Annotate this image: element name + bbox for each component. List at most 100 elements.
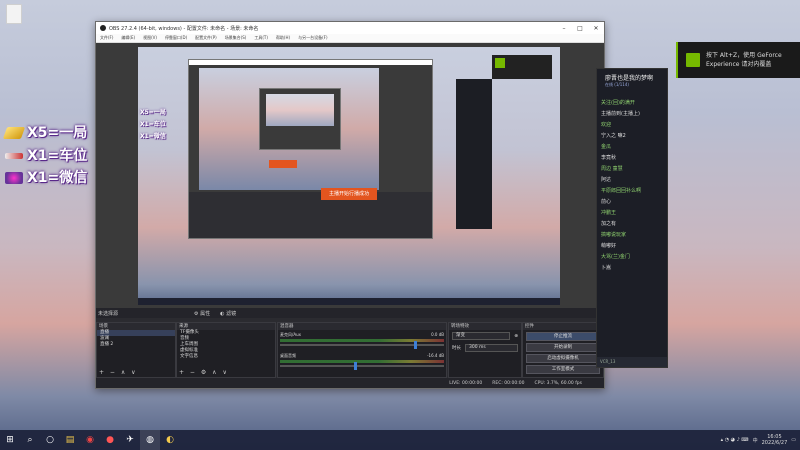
menu-tools[interactable]: 工具(T) <box>254 35 268 41</box>
duration-input[interactable]: 300 ms <box>465 344 518 352</box>
desktop-volume-slider[interactable] <box>280 362 444 370</box>
close-button[interactable]: ✕ <box>588 25 604 32</box>
mini-taskbar <box>138 298 560 305</box>
controls-panel: 控件 停止推流 开始录制 启动虚拟摄像机 工作室模式 <box>522 322 604 378</box>
nested-chat-panel <box>456 79 492 229</box>
chat-line: 主播前到(主播上) <box>601 111 640 117</box>
taskbar: ⊞ ⌕ ○ ▤ ◉ ● ✈ ◍ ◐ ▴ ◔ ◕ ♪ ⌨ 中 16:05 2022… <box>0 430 800 450</box>
duration-label: 时长 <box>452 346 461 351</box>
mixer-header: 混音器 <box>278 323 446 330</box>
clock-date: 2022/6/27 <box>761 440 788 446</box>
nvidia-line-1: 按下 Alt+Z，使用 GeForce <box>706 52 782 59</box>
nested-orange-note <box>269 160 297 168</box>
chat-line: 阿达 <box>601 177 612 183</box>
scene-tools[interactable]: + − ∧ ∨ <box>99 369 138 376</box>
tray-icons[interactable]: ▴ ◔ ◕ ♪ ⌨ <box>721 437 749 443</box>
obs-window[interactable]: OBS 27.2.4 (64-bit, windows) - 配置文件: 未命名… <box>95 21 606 389</box>
transition-add-icon[interactable]: ⊕ <box>514 334 518 339</box>
virtual-camera-button[interactable]: 启动虚拟摄像机 <box>526 354 600 363</box>
menu-bar: 文件(F) 编辑(E) 视图(V) 停靠窗口(D) 配置文件(P) 场景集合(S… <box>96 34 604 43</box>
chat-line: 周边 童慧 <box>601 166 623 172</box>
obs-titlebar[interactable]: OBS 27.2.4 (64-bit, windows) - 配置文件: 未命名… <box>96 22 604 34</box>
mini-overlay-2: X1=车位 <box>140 121 166 128</box>
nvidia-notification[interactable]: 按下 Alt+Z，使用 GeForce Experience 请对内覆盖 <box>676 42 800 78</box>
minimize-button[interactable]: – <box>556 25 572 32</box>
chat-count: (1/114) <box>614 82 629 87</box>
chat-line: 搞嘟说玩家 <box>601 232 627 238</box>
misc-app-icon[interactable]: ◐ <box>160 430 180 450</box>
desktop-file-icon[interactable] <box>6 4 22 24</box>
preview-area[interactable]: 主播开始行播成功 X5=一局 X1=车位 X1=微信 <box>96 43 604 308</box>
chat-line: 关注(回)的满开 <box>601 100 635 106</box>
chat-line: 李竟秋 <box>601 155 617 161</box>
mech-icon <box>5 172 23 184</box>
gold-bar-icon <box>2 127 26 139</box>
preview-canvas[interactable]: 主播开始行播成功 X5=一局 X1=车位 X1=微信 <box>138 47 560 305</box>
mixer-panel: 混音器 麦克风/Aux 0.0 dB 桌面音频 -16.4 dB <box>277 322 447 378</box>
status-bar: LIVE: 00:00:00 REC: 00:00:00 CPU: 3.7%, … <box>96 378 604 388</box>
chat-line: 前心 <box>601 199 612 205</box>
source-item[interactable]: 文字信息 <box>177 354 275 360</box>
mic-volume-slider[interactable] <box>280 341 444 349</box>
obs-taskbar-icon[interactable]: ◍ <box>140 430 160 450</box>
mixer-track-mic: 麦克风/Aux 0.0 dB <box>280 332 444 350</box>
sources-panel: 来源 TF摄像头 音频 上车周围 虚拟标准 文字信息 + − ⚙ ∧ ∨ <box>176 322 276 378</box>
app-icon[interactable]: ● <box>100 430 120 450</box>
controls-header: 控件 <box>523 323 603 330</box>
chat-line: 萌嘟好 <box>601 243 617 249</box>
chat-line: 大骂(兰)金门 <box>601 254 630 260</box>
preview-orange-note: 主播开始行播成功 <box>321 188 377 200</box>
stop-streaming-button[interactable]: 停止推流 <box>526 332 600 341</box>
system-tray: ▴ ◔ ◕ ♪ ⌨ 中 16:05 2022/6/27 ▭ <box>721 430 796 450</box>
jet-icon <box>5 153 23 159</box>
source-toolbar: 未选择源 ⚙ 属性 ◐ 滤镜 <box>96 308 606 318</box>
menu-view[interactable]: 视图(V) <box>143 35 157 41</box>
no-source-label: 未选择源 <box>98 310 119 317</box>
nested-obs-capture <box>188 59 433 239</box>
start-recording-button[interactable]: 开始录制 <box>526 343 600 352</box>
mixer-track-desktop: 桌面音频 -16.4 dB <box>280 353 444 371</box>
chat-line: 加之有 <box>601 221 617 227</box>
maximize-button[interactable]: □ <box>572 25 588 32</box>
properties-button[interactable]: ⚙ 属性 <box>194 310 210 317</box>
file-explorer-icon[interactable]: ▤ <box>60 430 80 450</box>
menu-scene-collection[interactable]: 场景集合(S) <box>225 35 247 41</box>
source-tools[interactable]: + − ⚙ ∧ ∨ <box>179 369 229 376</box>
clock[interactable]: 16:05 2022/6/27 <box>762 434 788 446</box>
sources-header: 来源 <box>177 323 275 330</box>
mic-track-db: 0.0 dB <box>431 332 444 337</box>
desktop-volume-knob[interactable] <box>353 362 357 370</box>
task-view-icon[interactable]: ○ <box>40 430 60 450</box>
nvidia-logo-icon <box>686 53 700 67</box>
scene-item[interactable]: 直播 2 <box>97 342 175 348</box>
chat-line: 宁入之 嘛2 <box>601 133 626 139</box>
transitions-panel: 转场特效 渐变 ⊕ 时长 300 ms <box>448 322 522 378</box>
menu-file[interactable]: 文件(F) <box>100 35 113 41</box>
scenes-panel: 场景 直播 波澜 直播 2 + − ∧ ∨ <box>96 322 176 378</box>
menu-profile[interactable]: 配置文件(P) <box>195 35 217 41</box>
mini-overlay-3: X1=微信 <box>140 133 166 140</box>
filters-button[interactable]: ◐ 滤镜 <box>220 310 236 317</box>
nested-nvidia-notice <box>492 55 552 79</box>
input-language[interactable]: 中 <box>753 437 758 444</box>
menu-edit[interactable]: 编辑(E) <box>121 35 135 41</box>
chrome-icon[interactable]: ◉ <box>80 430 100 450</box>
rec-status: REC: 00:00:00 <box>492 380 525 386</box>
notification-icon[interactable]: ▭ <box>791 437 796 443</box>
menu-other[interactable]: 与另一台设备(F) <box>298 35 327 41</box>
menu-help[interactable]: 帮助(H) <box>276 35 290 41</box>
start-windows-icon[interactable]: ⊞ <box>0 430 20 450</box>
mini-overlay-1: X5=一局 <box>140 109 166 116</box>
game-icon[interactable]: ✈ <box>120 430 140 450</box>
search-icon[interactable]: ⌕ <box>20 430 40 450</box>
mic-track-name: 麦克风/Aux <box>280 332 301 337</box>
desktop-track-name: 桌面音频 <box>280 353 296 358</box>
transition-type-select[interactable]: 渐变 <box>452 332 511 340</box>
studio-mode-button[interactable]: 工作室模式 <box>526 365 600 374</box>
scenes-header: 场景 <box>97 323 175 330</box>
mic-volume-knob[interactable] <box>414 341 418 349</box>
window-title: OBS 27.2.4 (64-bit, windows) - 配置文件: 未命名… <box>109 25 259 32</box>
nvidia-line-2: Experience 请对内覆盖 <box>706 61 772 68</box>
menu-docks[interactable]: 停靠窗口(D) <box>165 35 187 41</box>
live-status: LIVE: 00:00:00 <box>449 380 483 386</box>
